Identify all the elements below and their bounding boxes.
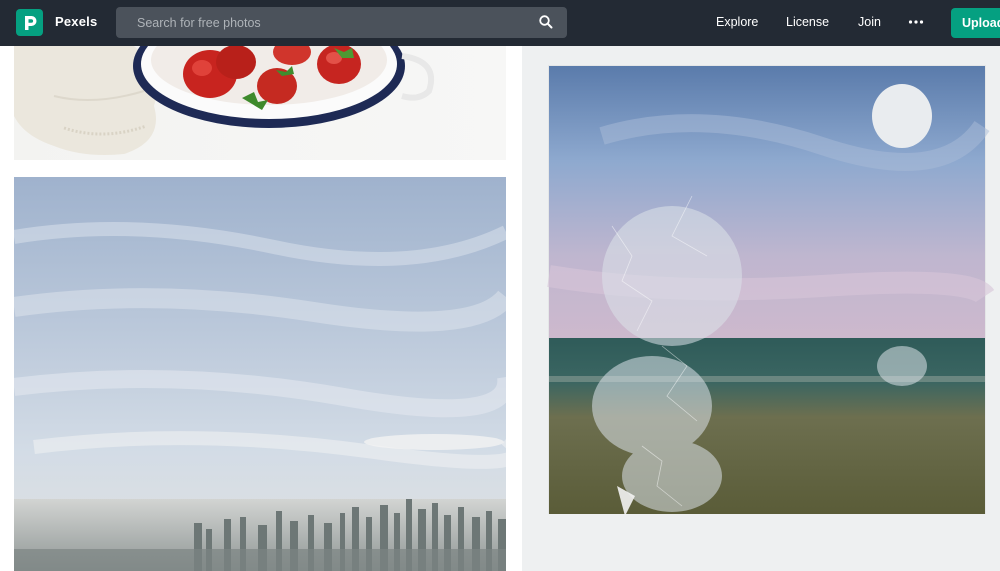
brand-name[interactable]: Pexels [55, 14, 97, 29]
upload-button[interactable]: Upload [951, 8, 1000, 38]
top-navigation-bar: Pexels Explore License Join Upload [0, 0, 1000, 46]
search-input[interactable] [116, 7, 516, 38]
nav-license-link[interactable]: License [786, 15, 829, 29]
nav-explore-link[interactable]: Explore [716, 15, 758, 29]
photo-polaroid-seascape[interactable] [522, 46, 1000, 571]
nav-join-link[interactable]: Join [858, 15, 881, 29]
search-bar [116, 7, 567, 38]
pexels-logo-icon[interactable] [16, 9, 43, 36]
more-dots-icon[interactable] [908, 15, 924, 29]
photo-city-skyline[interactable] [14, 177, 506, 571]
photo-strawberries[interactable] [14, 46, 506, 160]
search-icon[interactable] [538, 14, 554, 30]
